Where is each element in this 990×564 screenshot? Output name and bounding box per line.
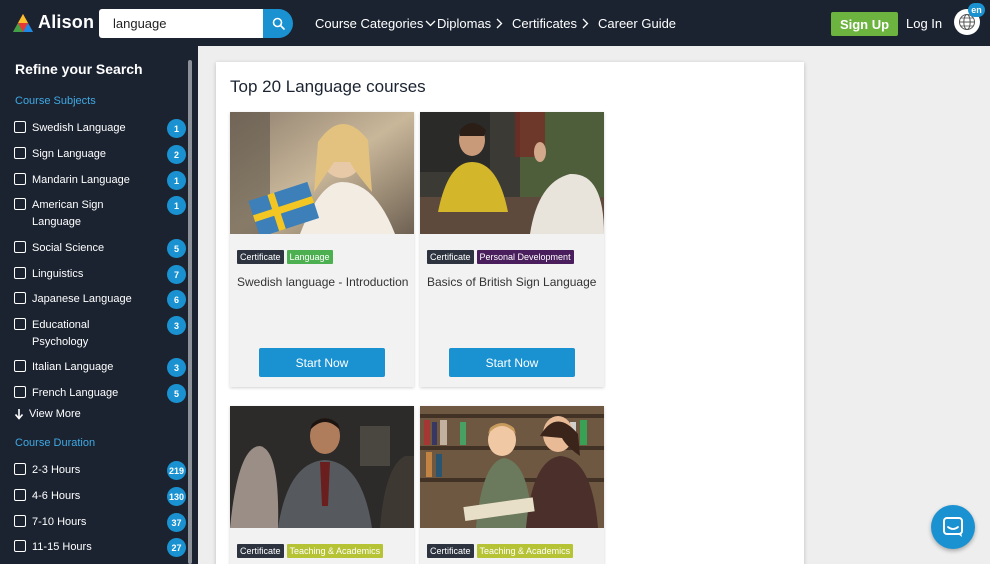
filter-count-badge: 3 <box>167 316 186 335</box>
filter-label: 4-6 Hours <box>32 490 81 502</box>
filter-label: Social Science <box>32 242 105 254</box>
nav-career-guide-label: Career Guide <box>598 15 677 31</box>
course-tags: Certificate Teaching & Academics <box>237 544 384 558</box>
chevron-down-icon <box>425 20 436 27</box>
filter-label: French Language <box>32 387 119 399</box>
filter-checkbox[interactable] <box>14 292 26 304</box>
course-subjects-heading: Course Subjects <box>15 95 96 107</box>
filter-checkbox[interactable] <box>14 173 26 185</box>
filter-label: Sign Language <box>32 148 107 160</box>
filter-label: Swedish Language <box>32 122 126 134</box>
course-tags: Certificate Language <box>237 250 333 264</box>
alison-logo-icon <box>12 13 34 33</box>
nav-certificates[interactable]: Certificates <box>512 0 589 46</box>
view-more-link[interactable]: View More <box>14 408 81 420</box>
chevron-right-icon <box>496 18 503 28</box>
filter-checkbox[interactable] <box>14 489 26 501</box>
course-title[interactable]: Swedish language - Introduction <box>237 275 409 289</box>
sign-up-button[interactable]: Sign Up <box>831 12 898 36</box>
chat-icon <box>943 517 963 537</box>
category-tag: Teaching & Academics <box>286 544 384 558</box>
course-title[interactable]: Basics of British Sign Language <box>427 275 599 289</box>
chat-button[interactable] <box>931 505 975 549</box>
nav-career-guide[interactable]: Career Guide <box>598 0 676 46</box>
nav-certificates-label: Certificates <box>512 15 578 31</box>
filter-sidebar: Refine your Search Course Subjects Swedi… <box>0 46 198 564</box>
course-thumbnail[interactable] <box>230 406 414 528</box>
filter-count-badge: 130 <box>167 487 186 506</box>
filter-count-badge: 219 <box>167 461 186 480</box>
filter-count-badge: 2 <box>167 145 186 164</box>
filter-checkbox[interactable] <box>14 463 26 475</box>
nav-course-categories[interactable]: Course Categories <box>315 0 436 46</box>
filter-checkbox[interactable] <box>14 318 26 330</box>
language-code-badge: en <box>968 3 985 17</box>
start-now-button[interactable]: Start Now <box>259 348 385 377</box>
nav-course-categories-label: Course Categories <box>315 15 424 31</box>
course-thumbnail[interactable] <box>420 112 604 234</box>
filter-checkbox[interactable] <box>14 198 26 210</box>
course-card[interactable]: Certificate Teaching & Academics <box>420 406 604 564</box>
search-input[interactable] <box>99 9 265 38</box>
filter-count-badge: 7 <box>167 265 186 284</box>
chevron-right-icon <box>582 18 589 28</box>
filter-count-badge: 5 <box>167 239 186 258</box>
filter-label: American Sign Language <box>32 199 104 228</box>
certificate-tag: Certificate <box>237 544 284 558</box>
filter-checkbox[interactable] <box>14 360 26 372</box>
filter-count-badge: 6 <box>167 290 186 309</box>
filter-count-badge: 27 <box>167 538 186 557</box>
filter-checkbox[interactable] <box>14 540 26 552</box>
filter-checkbox[interactable] <box>14 515 26 527</box>
filter-checkbox[interactable] <box>14 147 26 159</box>
filter-count-badge: 1 <box>167 119 186 138</box>
search-icon <box>272 17 285 30</box>
course-card[interactable]: Certificate Language Swedish language - … <box>230 112 414 387</box>
category-tag: Language <box>286 250 333 264</box>
search-button[interactable] <box>263 9 293 38</box>
sidebar-title: Refine your Search <box>15 61 143 77</box>
search-box <box>99 9 293 38</box>
course-tags: Certificate Personal Development <box>427 250 574 264</box>
brand-name: Alison <box>38 12 95 32</box>
nav-diplomas-label: Diplomas <box>437 15 492 31</box>
filter-label: 11-15 Hours <box>32 541 92 553</box>
filter-checkbox[interactable] <box>14 386 26 398</box>
certificate-tag: Certificate <box>237 250 284 264</box>
course-duration-heading: Course Duration <box>15 437 96 449</box>
filter-count-badge: 37 <box>167 513 186 532</box>
filter-label: Educational Psychology <box>32 319 90 348</box>
filter-checkbox[interactable] <box>14 121 26 133</box>
certificate-tag: Certificate <box>427 250 474 264</box>
filter-count-badge: 5 <box>167 384 186 403</box>
sidebar-scrollbar[interactable] <box>188 60 192 564</box>
course-tags: Certificate Teaching & Academics <box>427 544 574 558</box>
category-tag: Personal Development <box>476 250 574 264</box>
filter-label: 7-10 Hours <box>32 516 87 528</box>
course-thumbnail[interactable] <box>230 112 414 234</box>
filter-label: Japanese Language <box>32 293 132 305</box>
start-now-button[interactable]: Start Now <box>449 348 575 377</box>
nav-diplomas[interactable]: Diplomas <box>437 0 503 46</box>
page-title: Top 20 Language courses <box>230 77 426 96</box>
category-tag: Teaching & Academics <box>476 544 574 558</box>
filter-count-badge: 1 <box>167 171 186 190</box>
filter-count-badge: 3 <box>167 358 186 377</box>
course-card[interactable]: Certificate Personal Development Basics … <box>420 112 604 387</box>
filter-checkbox[interactable] <box>14 267 26 279</box>
filter-checkbox[interactable] <box>14 241 26 253</box>
log-in-link[interactable]: Log In <box>906 16 942 31</box>
view-more-label: View More <box>29 408 81 420</box>
course-thumbnail[interactable] <box>420 406 604 528</box>
alison-logo[interactable]: Alison <box>12 12 94 33</box>
filter-count-badge: 1 <box>167 196 186 215</box>
filter-label: 2-3 Hours <box>32 464 81 476</box>
course-card[interactable]: Certificate Teaching & Academics <box>230 406 414 564</box>
filter-label: Mandarin Language <box>32 174 130 186</box>
filter-label: Italian Language <box>32 361 114 373</box>
filter-label: Linguistics <box>32 268 84 280</box>
arrow-down-icon <box>14 409 24 420</box>
certificate-tag: Certificate <box>427 544 474 558</box>
